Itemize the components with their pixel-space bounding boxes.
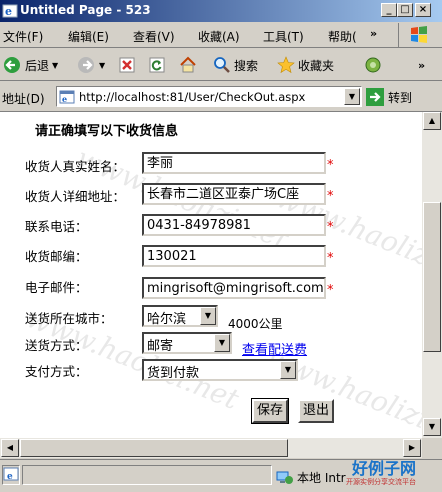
scroll-left-icon[interactable]: ◀: [1, 439, 19, 457]
go-label: 转到: [388, 90, 413, 105]
menu-bar: 文件(F) 编辑(E) 查看(V) 收藏(A) 工具(T) 帮助( »: [0, 22, 442, 48]
address-input[interactable]: e http://localhost:81/User/CheckOut.aspx…: [56, 86, 362, 107]
ship-label: 送货方式：: [25, 338, 88, 353]
horizontal-scroll-thumb[interactable]: [20, 439, 288, 457]
address-input[interactable]: 长春市二道区亚泰广场C座: [142, 183, 326, 205]
required-mark: *: [327, 251, 334, 266]
stop-button[interactable]: [118, 54, 136, 76]
pay-value: 货到付款: [147, 366, 200, 381]
address-label: 收货人详细地址：: [25, 189, 126, 204]
email-input[interactable]: mingrisoft@mingrisoft.com: [142, 277, 326, 299]
brand-subtitle: 开源实例分享交流平台: [346, 478, 416, 486]
required-mark: *: [327, 283, 334, 298]
city-label: 送货所在城市：: [25, 311, 113, 326]
svg-text:e: e: [5, 5, 12, 18]
city-value: 哈尔滨: [147, 312, 187, 327]
vertical-scroll-thumb[interactable]: [423, 202, 441, 352]
local-intranet-icon: [276, 471, 293, 484]
search-button[interactable]: 搜索: [213, 54, 258, 76]
form-title: 请正确填写以下收货信息: [35, 124, 179, 139]
name-label: 收货人真实姓名：: [25, 159, 126, 174]
window-title: Untitled Page - 523: [20, 3, 151, 17]
required-mark: *: [327, 158, 334, 173]
pay-select[interactable]: 货到付款 ▼: [142, 359, 298, 381]
toolbar: 后退 ▼ ▼ 搜索 收藏夹 »: [0, 49, 442, 81]
toolbar-more-chevron[interactable]: »: [418, 54, 425, 76]
menu-edit[interactable]: 编辑(E): [68, 28, 109, 45]
media-button[interactable]: [364, 54, 382, 76]
stop-icon: [119, 57, 135, 73]
menu-help[interactable]: 帮助(: [328, 28, 357, 45]
back-arrow-icon: [4, 57, 20, 73]
back-dropdown-icon[interactable]: ▼: [52, 61, 58, 70]
media-icon: [365, 57, 381, 73]
required-mark: *: [327, 189, 334, 204]
page-content: www.haolizi.net www.haolizi.net www.haol…: [0, 112, 422, 438]
address-dropdown-icon[interactable]: ▼: [344, 88, 360, 105]
security-zone: 本地 Intr: [276, 469, 346, 486]
forward-button[interactable]: ▼: [76, 54, 105, 76]
distance-text: 4000公里: [228, 317, 283, 331]
exit-button[interactable]: 退出: [298, 399, 335, 423]
windows-logo-icon: [398, 23, 438, 47]
ship-select[interactable]: 邮寄 ▼: [142, 332, 232, 354]
back-label: 后退: [25, 58, 50, 73]
ship-value: 邮寄: [147, 339, 174, 354]
forward-dropdown-icon[interactable]: ▼: [99, 61, 105, 70]
address-url: http://localhost:81/User/CheckOut.aspx: [79, 90, 306, 104]
forward-arrow-icon: [78, 57, 94, 73]
search-label: 搜索: [234, 58, 259, 73]
ship-fee-link[interactable]: 查看配送费: [242, 339, 307, 358]
name-input[interactable]: 李丽: [142, 152, 326, 174]
address-label: 地址(D): [2, 92, 45, 106]
scroll-up-icon[interactable]: ▲: [423, 112, 441, 130]
ie-icon: e: [2, 4, 18, 18]
menu-view[interactable]: 查看(V): [133, 28, 175, 45]
phone-label: 联系电话：: [25, 219, 88, 234]
page-icon: e: [59, 90, 75, 104]
city-dropdown-icon[interactable]: ▼: [200, 307, 216, 325]
vertical-scrollbar[interactable]: ▲ ▼: [422, 112, 442, 438]
refresh-icon: [149, 57, 165, 73]
refresh-button[interactable]: [148, 54, 166, 76]
svg-text:e: e: [62, 94, 67, 104]
scroll-down-icon[interactable]: ▼: [423, 418, 441, 436]
zip-label: 收货邮编：: [25, 249, 88, 264]
back-button[interactable]: 后退 ▼: [2, 54, 58, 76]
home-button[interactable]: [178, 54, 198, 76]
zone-label: 本地 Intr: [297, 471, 346, 485]
svg-text:e: e: [7, 472, 13, 482]
page-icon: e: [3, 467, 19, 482]
go-arrow-icon: [366, 88, 384, 106]
address-bar: 地址(D) e http://localhost:81/User/CheckOu…: [0, 82, 442, 112]
menu-more-chevron[interactable]: »: [370, 27, 377, 40]
menu-file[interactable]: 文件(F): [3, 28, 43, 45]
save-button[interactable]: 保存: [250, 398, 290, 424]
favorites-label: 收藏夹: [298, 58, 335, 73]
star-icon: [277, 56, 295, 74]
pay-dropdown-icon[interactable]: ▼: [280, 361, 296, 379]
brand-watermark: 好例子网 开源实例分享交流平台: [346, 455, 440, 492]
close-button[interactable]: ×: [415, 3, 431, 17]
required-mark: *: [327, 220, 334, 235]
minimize-button[interactable]: _: [381, 3, 397, 17]
status-message: [22, 465, 272, 485]
city-select[interactable]: 哈尔滨 ▼: [142, 305, 218, 327]
email-label: 电子邮件：: [25, 280, 88, 295]
menu-tools[interactable]: 工具(T): [263, 28, 304, 45]
go-button[interactable]: 转到: [366, 88, 412, 106]
title-bar: e Untitled Page - 523 _ □ ×: [0, 0, 442, 22]
pay-label: 支付方式：: [25, 364, 88, 379]
search-icon: [214, 57, 230, 73]
maximize-button[interactable]: □: [397, 3, 413, 17]
home-icon: [180, 56, 196, 73]
brand-name: 好例子网: [352, 459, 417, 478]
ship-dropdown-icon[interactable]: ▼: [214, 334, 230, 352]
favorites-button[interactable]: 收藏夹: [277, 54, 334, 76]
status-page-icon: e: [2, 465, 20, 485]
menu-favorites[interactable]: 收藏(A): [198, 28, 240, 45]
zip-input[interactable]: 130021: [142, 245, 326, 267]
phone-input[interactable]: 0431-84978981: [142, 214, 326, 236]
